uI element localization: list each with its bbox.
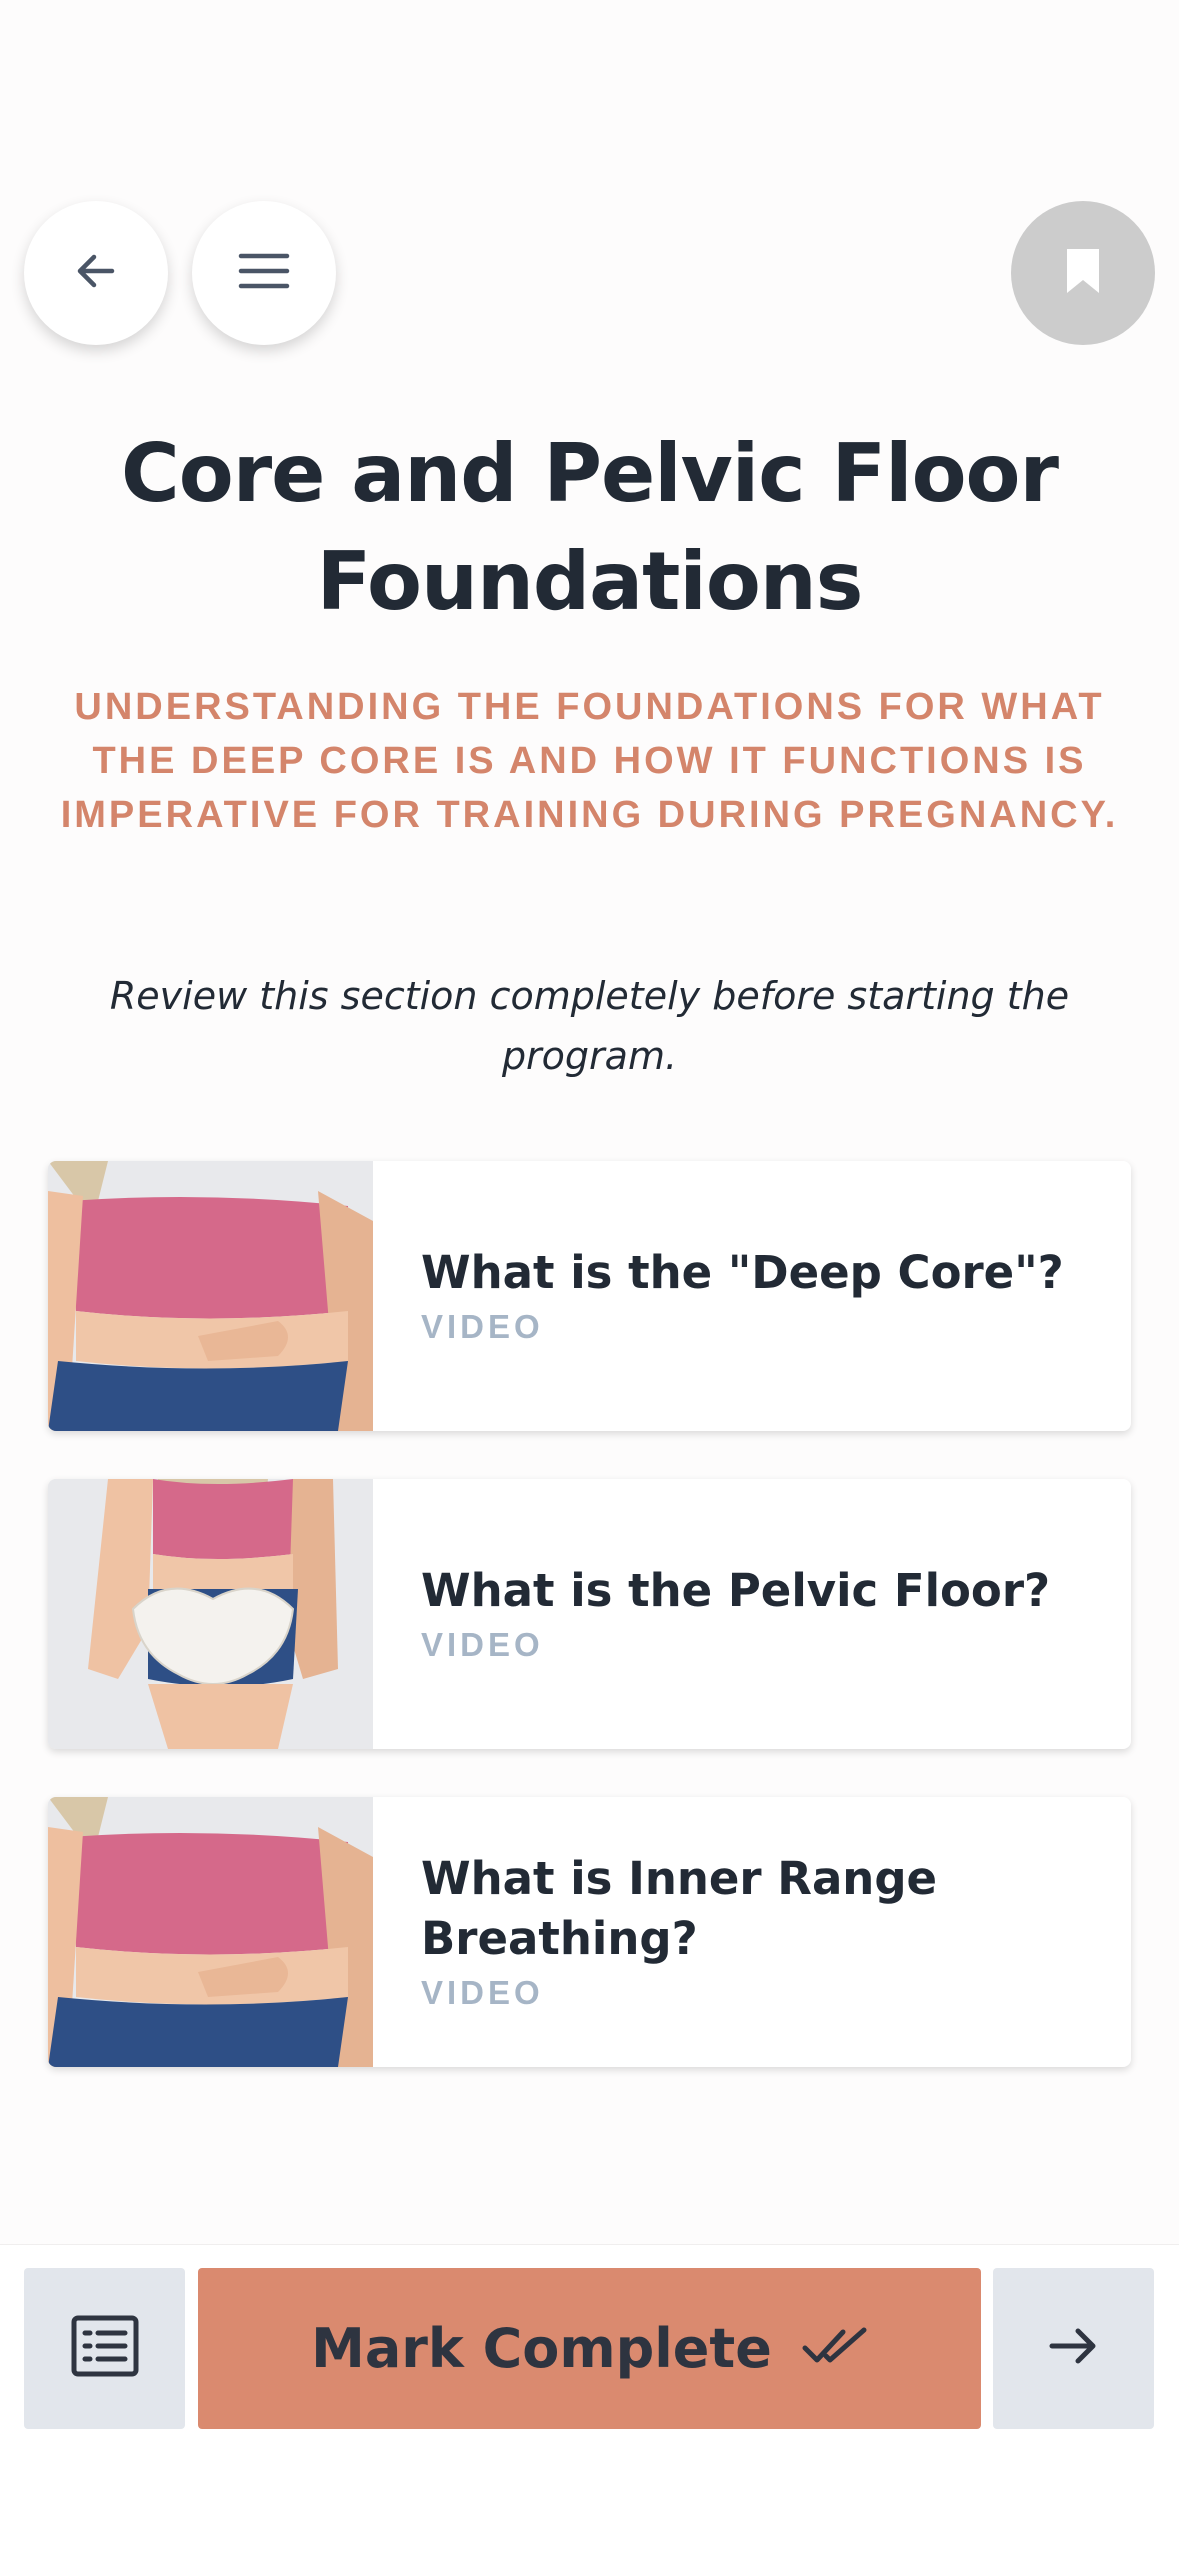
- back-button[interactable]: [24, 201, 168, 345]
- page-title: Core and Pelvic Floor Foundations: [121, 427, 1059, 628]
- lesson-item-pelvic-floor[interactable]: What is the Pelvic Floor? VIDEO: [48, 1479, 1131, 1749]
- lesson-item-title: What is Inner Range Breathing?: [421, 1852, 938, 1965]
- next-lesson-button[interactable]: [993, 2268, 1154, 2429]
- lesson-list-button[interactable]: [24, 2268, 185, 2429]
- lesson-item-title: What is the Pelvic Floor?: [421, 1564, 1051, 1617]
- lesson-note: Review this section completely before st…: [109, 974, 1070, 1078]
- arrow-left-icon: [72, 247, 120, 300]
- arrow-right-icon: [1048, 2322, 1100, 2375]
- mark-complete-button[interactable]: Mark Complete: [198, 2268, 981, 2429]
- video-thumbnail: [48, 1161, 373, 1431]
- lesson-item-deep-core[interactable]: What is the "Deep Core"? VIDEO: [48, 1161, 1131, 1431]
- double-check-icon: [802, 2324, 868, 2373]
- menu-button[interactable]: [192, 201, 336, 345]
- bookmark-button[interactable]: [1011, 201, 1155, 345]
- list-icon: [71, 2315, 139, 2382]
- mark-complete-label: Mark Complete: [311, 2317, 772, 2380]
- lesson-item-inner-range-breathing[interactable]: What is Inner Range Breathing? VIDEO: [48, 1797, 1131, 2067]
- hamburger-menu-icon: [238, 251, 290, 296]
- video-thumbnail: [48, 1797, 373, 2067]
- lesson-item-title: What is the "Deep Core"?: [421, 1246, 1064, 1299]
- lesson-item-type: VIDEO: [421, 1308, 544, 1345]
- lesson-item-type: VIDEO: [421, 1974, 544, 2011]
- lesson-subtitle: UNDERSTANDING THE FOUNDATIONS FOR WHAT T…: [60, 686, 1119, 836]
- bookmark-icon: [1063, 245, 1103, 302]
- lesson-item-type: VIDEO: [421, 1626, 544, 1663]
- video-thumbnail: [48, 1479, 373, 1749]
